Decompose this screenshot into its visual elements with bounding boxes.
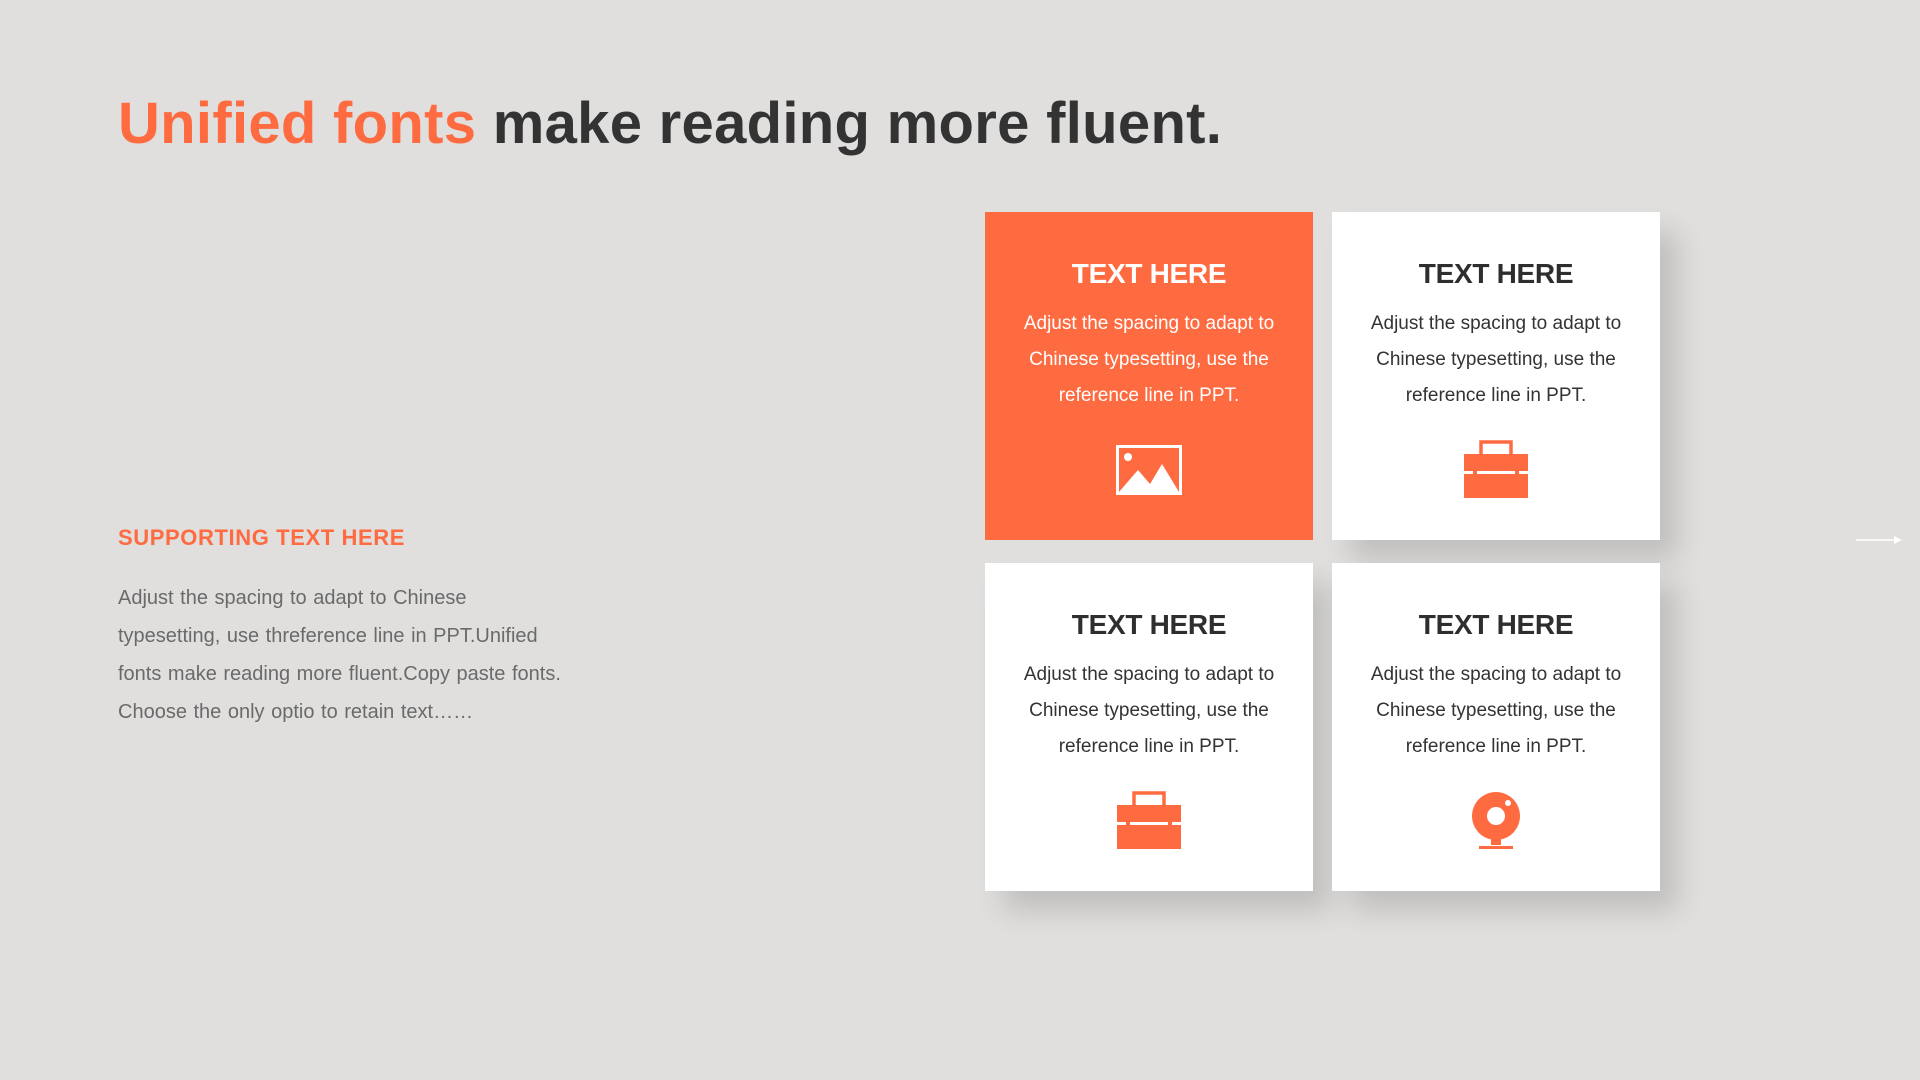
card-title: TEXT HERE (1071, 258, 1227, 289)
card-title: TEXT HERE (1418, 258, 1574, 289)
card-text: Adjust the spacing to adapt to Chinese t… (1370, 313, 1622, 406)
card-2: TEXT HERE Adjust the spacing to adapt to… (1332, 212, 1660, 540)
card-3: TEXT HERE Adjust the spacing to adapt to… (985, 563, 1313, 891)
card-4: TEXT HERE Adjust the spacing to adapt to… (1332, 563, 1660, 891)
title-rest: make reading more fluent. (476, 91, 1223, 156)
page-title: Unified fonts make reading more fluent. (118, 88, 1222, 160)
card-text: Adjust the spacing to adapt to Chinese t… (1023, 313, 1275, 406)
supporting-body: Adjust the spacing to adapt to Chinese t… (118, 587, 561, 723)
briefcase-icon (1114, 791, 1184, 851)
card-1: TEXT HERE Adjust the spacing to adapt to… (985, 212, 1313, 540)
card-text: Adjust the spacing to adapt to Chinese t… (1370, 664, 1622, 757)
arrow-right-icon (1854, 532, 1904, 548)
image-icon (1114, 440, 1184, 500)
briefcase-icon (1461, 440, 1531, 500)
card-text: Adjust the spacing to adapt to Chinese t… (1023, 664, 1275, 757)
card-title: TEXT HERE (1071, 609, 1227, 640)
webcam-icon (1461, 791, 1531, 851)
card-title: TEXT HERE (1418, 609, 1574, 640)
title-accent: Unified fonts (118, 91, 477, 156)
supporting-heading: SUPPORTING TEXT HERE (118, 525, 406, 550)
slide: Unified fonts make reading more fluent. … (0, 0, 1920, 1080)
